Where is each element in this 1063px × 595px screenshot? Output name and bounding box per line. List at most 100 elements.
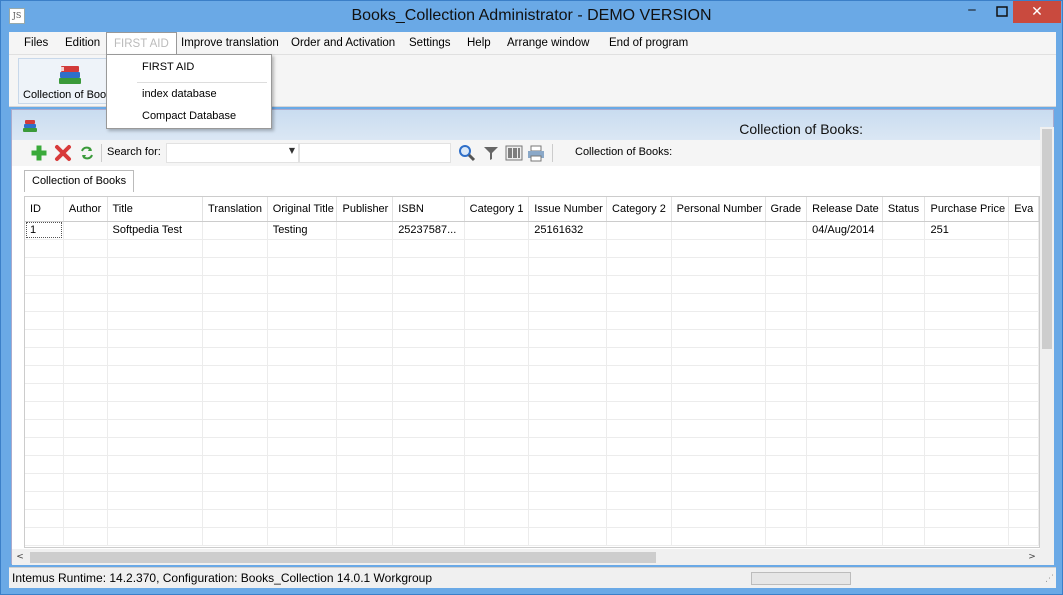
cell-release-date[interactable] [806, 437, 883, 456]
cell-personal-number[interactable] [671, 473, 766, 492]
cell-category-2[interactable] [606, 239, 672, 258]
table-row[interactable] [25, 275, 1039, 294]
cell-category-2[interactable] [606, 509, 672, 528]
cell-issue-number[interactable] [528, 437, 608, 456]
cell-original-title[interactable] [267, 383, 338, 402]
cell-personal-number[interactable] [671, 527, 766, 546]
cell-release-date[interactable] [806, 473, 883, 492]
cell-author[interactable] [63, 455, 108, 474]
cell-title[interactable] [107, 509, 204, 528]
cell-release-date[interactable] [806, 311, 883, 330]
table-row[interactable] [25, 419, 1039, 438]
cell-publisher[interactable] [336, 221, 394, 240]
cell-id[interactable] [25, 383, 64, 402]
cell-purchase-price[interactable] [924, 347, 1010, 366]
cell-status[interactable] [882, 419, 926, 438]
cell-id[interactable] [25, 257, 64, 276]
cell-category-1[interactable] [464, 383, 530, 402]
cell-isbn[interactable] [392, 365, 465, 384]
cell-author[interactable] [63, 509, 108, 528]
cell-category-1[interactable] [464, 401, 530, 420]
cell-id[interactable] [25, 491, 64, 510]
cell-author[interactable] [63, 275, 108, 294]
cell-purchase-price[interactable] [924, 509, 1010, 528]
cell-isbn[interactable] [392, 311, 465, 330]
filter-icon[interactable] [482, 144, 500, 162]
cell-grade[interactable] [765, 401, 808, 420]
cell-author[interactable] [63, 491, 108, 510]
cell-translation[interactable] [202, 275, 268, 294]
cell-grade[interactable] [765, 419, 808, 438]
cell-issue-number[interactable] [528, 293, 608, 312]
cell-original-title[interactable] [267, 239, 338, 258]
cell-status[interactable] [882, 401, 926, 420]
search-input[interactable] [299, 143, 451, 163]
cell-issue-number[interactable] [528, 329, 608, 348]
cell-id[interactable] [25, 419, 64, 438]
magnifier-icon[interactable] [458, 144, 476, 162]
cell-original-title[interactable] [267, 347, 338, 366]
cell-eva[interactable] [1008, 275, 1039, 294]
cell-purchase-price[interactable] [924, 293, 1010, 312]
cell-category-1[interactable] [464, 365, 530, 384]
cell-publisher[interactable] [336, 509, 394, 528]
cell-personal-number[interactable] [671, 455, 766, 474]
column-header-author[interactable]: Author [63, 197, 108, 222]
cell-status[interactable] [882, 491, 926, 510]
cell-publisher[interactable] [336, 383, 394, 402]
cell-release-date[interactable] [806, 365, 883, 384]
cell-grade[interactable] [765, 311, 808, 330]
menu-end-of-program[interactable]: End of program [602, 32, 695, 55]
cell-translation[interactable] [202, 257, 268, 276]
cell-title[interactable] [107, 473, 204, 492]
column-header-issue-number[interactable]: Issue Number [528, 197, 608, 222]
cell-purchase-price[interactable]: 251 [924, 221, 1010, 240]
column-header-id[interactable]: ID [25, 197, 64, 222]
cell-isbn[interactable] [392, 401, 465, 420]
horizontal-scroll-thumb[interactable] [30, 552, 656, 563]
cell-category-2[interactable] [606, 437, 672, 456]
cell-original-title[interactable] [267, 419, 338, 438]
cell-personal-number[interactable] [671, 437, 766, 456]
menu-files[interactable]: Files [17, 32, 55, 55]
cell-grade[interactable] [765, 473, 808, 492]
cell-title[interactable] [107, 527, 204, 546]
cell-author[interactable] [63, 311, 108, 330]
cell-id[interactable] [25, 365, 64, 384]
cell-release-date[interactable] [806, 455, 883, 474]
cell-grade[interactable] [765, 491, 808, 510]
cell-release-date[interactable] [806, 293, 883, 312]
cell-personal-number[interactable] [671, 311, 766, 330]
table-row[interactable] [25, 257, 1039, 276]
menu-help[interactable]: Help [460, 32, 498, 55]
title-bar[interactable]: JS Books_Collection Administrator - DEMO… [1, 1, 1062, 31]
cell-original-title[interactable] [267, 455, 338, 474]
cell-grade[interactable] [765, 527, 808, 546]
cell-release-date[interactable] [806, 527, 883, 546]
cell-eva[interactable] [1008, 329, 1039, 348]
cell-category-1[interactable] [464, 329, 530, 348]
cell-purchase-price[interactable] [924, 365, 1010, 384]
cell-purchase-price[interactable] [924, 383, 1010, 402]
cell-author[interactable] [63, 329, 108, 348]
table-row[interactable] [25, 473, 1039, 492]
cell-issue-number[interactable] [528, 257, 608, 276]
cell-category-2[interactable] [606, 383, 672, 402]
cell-publisher[interactable] [336, 239, 394, 258]
cell-category-2[interactable] [606, 491, 672, 510]
cell-purchase-price[interactable] [924, 473, 1010, 492]
cell-title[interactable]: Softpedia Test [107, 221, 204, 240]
cell-eva[interactable] [1008, 509, 1039, 528]
cell-grade[interactable] [765, 365, 808, 384]
cell-translation[interactable] [202, 365, 268, 384]
cell-eva[interactable] [1008, 383, 1039, 402]
cell-purchase-price[interactable] [924, 491, 1010, 510]
cell-isbn[interactable] [392, 275, 465, 294]
cell-author[interactable] [63, 383, 108, 402]
cell-purchase-price[interactable] [924, 419, 1010, 438]
cell-isbn[interactable] [392, 257, 465, 276]
cell-original-title[interactable] [267, 329, 338, 348]
cell-category-2[interactable] [606, 419, 672, 438]
column-header-personal-number[interactable]: Personal Number [671, 197, 766, 222]
cell-isbn[interactable] [392, 383, 465, 402]
